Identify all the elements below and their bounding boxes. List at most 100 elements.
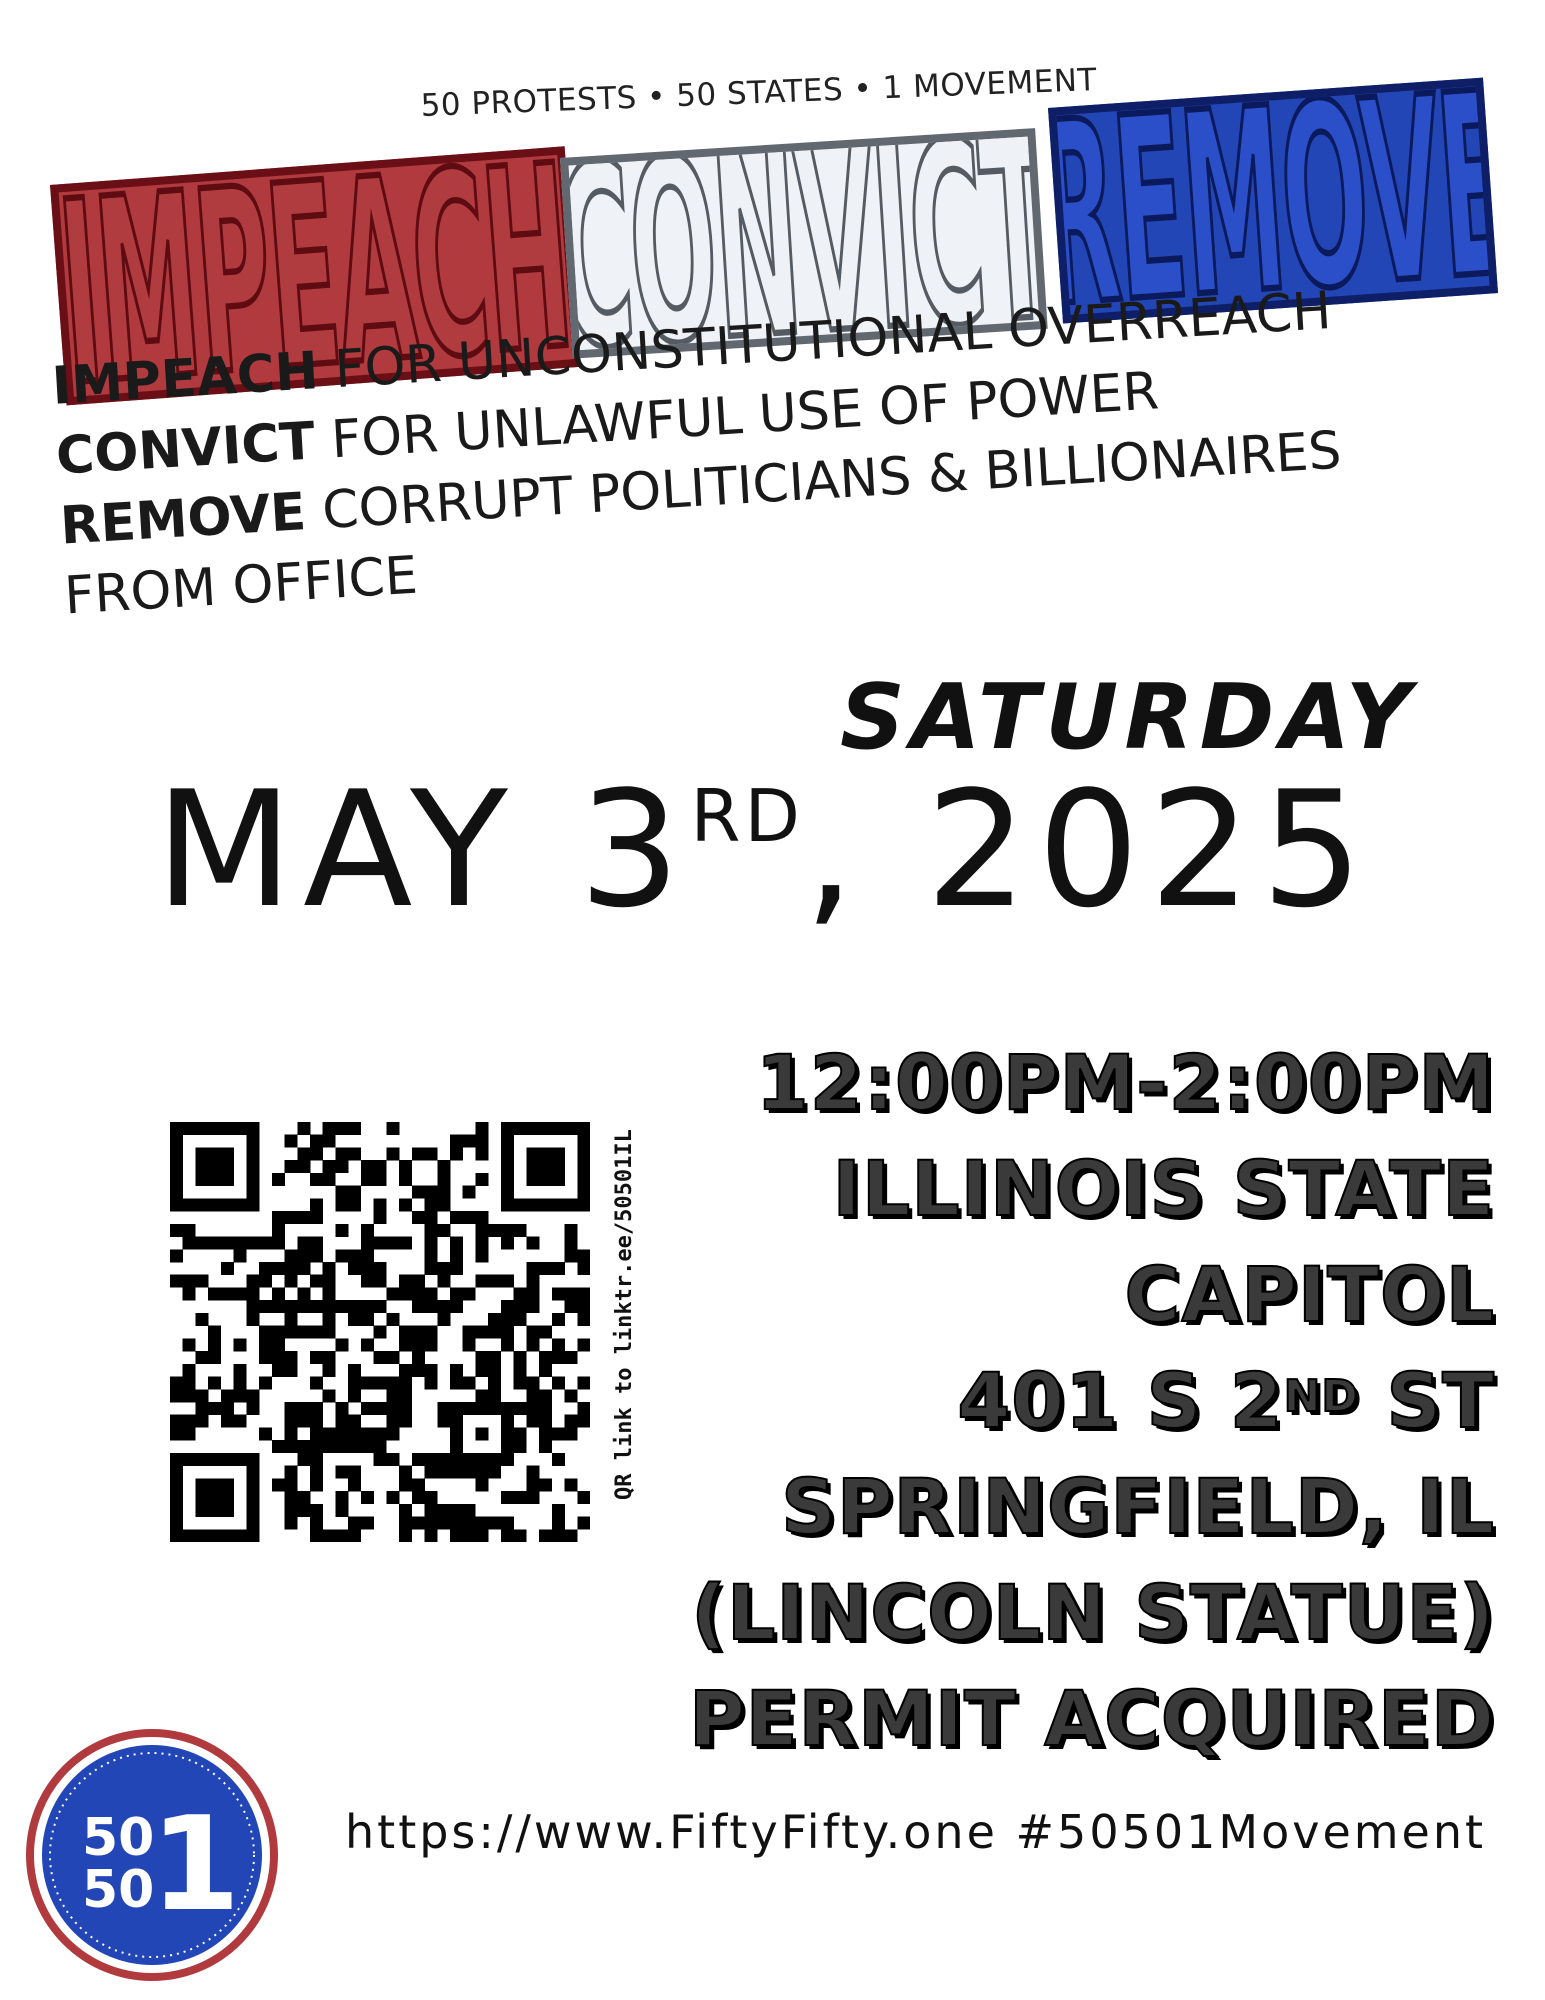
qr-module — [310, 1427, 323, 1441]
qr-module — [577, 1262, 590, 1275]
qr-module — [424, 1325, 438, 1339]
qr-module — [246, 1389, 260, 1403]
qr-module — [399, 1198, 413, 1212]
qr-module — [310, 1134, 323, 1148]
qr-module — [271, 1236, 285, 1250]
qr-module — [577, 1287, 590, 1301]
qr-module — [284, 1262, 298, 1275]
qr-module — [348, 1465, 362, 1479]
qr-module — [462, 1211, 476, 1225]
qr-module — [271, 1351, 285, 1365]
qr-module — [348, 1529, 362, 1542]
qr-module — [348, 1249, 362, 1263]
qr-module — [475, 1172, 489, 1186]
qr-module — [195, 1312, 209, 1326]
qr-module — [220, 1172, 234, 1186]
qr-module — [513, 1312, 527, 1326]
qr-module — [386, 1376, 400, 1390]
qr-module — [208, 1338, 222, 1352]
qr-module — [335, 1160, 349, 1174]
qr-module — [488, 1363, 502, 1377]
qr-code[interactable] — [170, 1122, 590, 1542]
qr-module — [500, 1402, 514, 1415]
qr-module — [360, 1172, 374, 1186]
qr-module — [564, 1478, 578, 1492]
qr-module — [450, 1414, 463, 1428]
qr-module — [424, 1287, 438, 1301]
qr-module — [170, 1376, 183, 1390]
qr-module — [475, 1147, 489, 1161]
qr-module — [335, 1223, 349, 1237]
qr-module — [399, 1338, 413, 1352]
qr-module — [195, 1452, 209, 1466]
qr-module — [500, 1414, 514, 1428]
qr-module — [450, 1516, 463, 1530]
qr-module — [399, 1274, 413, 1288]
qr-module — [386, 1287, 400, 1301]
qr-module — [284, 1274, 298, 1288]
qr-module — [539, 1427, 553, 1441]
qr-module — [310, 1503, 323, 1517]
qr-module — [373, 1452, 387, 1466]
qr-module — [284, 1363, 298, 1377]
qr-module — [424, 1147, 438, 1161]
qr-module — [399, 1503, 413, 1517]
qr-module — [500, 1516, 514, 1530]
qr-module — [182, 1274, 196, 1288]
qr-module — [437, 1274, 451, 1288]
qr-module — [208, 1452, 222, 1466]
qr-module — [551, 1338, 565, 1352]
qr-module — [513, 1351, 527, 1365]
qr-module — [208, 1529, 222, 1542]
qr-module — [424, 1338, 438, 1352]
qr-module — [526, 1465, 540, 1479]
qr-module — [373, 1160, 387, 1174]
qr-module — [310, 1236, 323, 1250]
qr-module — [399, 1389, 413, 1403]
qr-module — [500, 1160, 514, 1174]
qr-module — [195, 1274, 209, 1288]
qr-module — [437, 1503, 451, 1517]
qr-caption: QR link to linktr.ee/50501IL — [612, 1129, 637, 1500]
qr-module — [437, 1312, 451, 1326]
qr-module — [322, 1312, 336, 1326]
event-venue-line2: CAPITOL — [1124, 1249, 1495, 1340]
qr-module — [182, 1452, 196, 1466]
qr-module — [437, 1300, 451, 1314]
qr-module — [450, 1363, 463, 1377]
qr-module — [360, 1160, 374, 1174]
qr-module — [220, 1287, 234, 1301]
tagline: 50 PROTESTS • 50 STATES • 1 MOVEMENT — [420, 62, 1098, 124]
qr-module — [335, 1414, 349, 1428]
event-city: SPRINGFIELD, IL — [780, 1461, 1495, 1552]
qr-module — [450, 1427, 463, 1441]
qr-module — [195, 1236, 209, 1250]
qr-module — [500, 1134, 514, 1148]
qr-module — [450, 1236, 463, 1250]
qr-module — [551, 1503, 565, 1517]
qr-module — [271, 1325, 285, 1339]
qr-module — [539, 1529, 553, 1542]
qr-module — [246, 1452, 260, 1466]
qr-module — [182, 1122, 196, 1135]
qr-module — [246, 1185, 260, 1199]
qr-module — [322, 1274, 336, 1288]
qr-module — [564, 1414, 578, 1428]
qr-module — [475, 1529, 489, 1542]
qr-module — [513, 1122, 527, 1135]
qr-module — [399, 1402, 413, 1415]
qr-module — [284, 1325, 298, 1339]
qr-module — [475, 1211, 489, 1225]
qr-module — [310, 1529, 323, 1542]
qr-module — [170, 1249, 183, 1263]
qr-module — [475, 1478, 489, 1492]
qr-module — [411, 1338, 425, 1352]
reason-keyword: CONVICT — [54, 411, 317, 487]
qr-module — [335, 1529, 349, 1542]
qr-module — [399, 1516, 413, 1530]
qr-module — [437, 1185, 451, 1199]
event-date: MAY 3RD, 2025 — [155, 770, 1373, 930]
qr-module — [539, 1160, 553, 1174]
qr-module — [246, 1465, 260, 1479]
footer-link-hashtag[interactable]: https://www.FiftyFifty.one #50501Movemen… — [345, 1805, 1486, 1859]
